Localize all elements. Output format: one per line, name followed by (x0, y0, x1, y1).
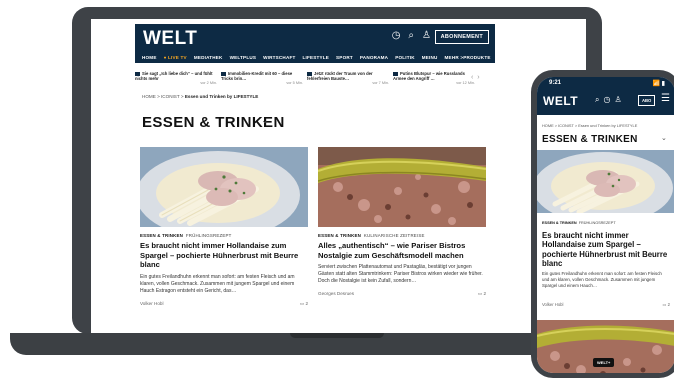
ticker-time: vor 12 Min. (456, 81, 475, 85)
ticker-text: Immobilien-Kredit mit 60 – diese Tricks … (221, 71, 293, 81)
article-meta: Volker Hobl ▭ 2 (542, 302, 670, 307)
article-topic[interactable]: FRÜHLINGSREZEPT (579, 221, 616, 225)
mobile-header: 9:21 📶 ▮ WELT ⌕ ◷ ♙ ABO ☰ (537, 77, 674, 115)
comment-count[interactable]: ▭ 2 (663, 302, 670, 307)
article-author[interactable]: Volker Hobl (542, 302, 563, 307)
article-tagline: ESSEN & TRINKEN KULINARISCHE ZEITREISE (318, 233, 486, 238)
search-icon[interactable]: ⌕ (595, 95, 599, 105)
article-headline[interactable]: Es braucht nicht immer Hollandaise zum S… (542, 231, 670, 269)
clock-icon[interactable]: ◷ (603, 95, 610, 105)
comment-number: 2 (667, 302, 670, 307)
welt-logo[interactable]: WELT (143, 28, 197, 50)
nav-item-meinung[interactable]: MEINU (422, 55, 438, 60)
weltplus-badge: WELT+ (593, 358, 615, 367)
subscribe-button[interactable]: ABONNEMENT (434, 30, 489, 44)
article-image-asparagus[interactable] (140, 147, 308, 227)
ticker-item[interactable]: Immobilien-Kredit mit 60 – diese Tricks … (221, 71, 303, 86)
ticker-text: Sie sagt „Ich liebe dich“ – und fühlt ni… (135, 71, 213, 81)
nav-item-live-tv[interactable]: ● LIVE TV (164, 55, 187, 60)
comment-count[interactable]: ▭ 2 (478, 291, 486, 297)
article-card[interactable]: ESSEN & TRINKEN FRÜHLINGSREZEPT Es brauc… (140, 147, 308, 307)
nav-item-mehr[interactable]: MEHR > (445, 55, 464, 60)
nav-item-panorama[interactable]: PANORAMA (360, 55, 388, 60)
welt-logo[interactable]: WELT (543, 94, 578, 108)
search-icon[interactable]: ⌕ (408, 30, 414, 41)
desktop-screen: WELT ◷ ⌕ ♙ ABONNEMENT HOME ● LIVE TV MED… (91, 19, 586, 333)
ticker-time: vor 5 Min. (286, 81, 303, 85)
nav-item-home[interactable]: HOME (142, 55, 157, 60)
nav-item-weltplus[interactable]: WELTPLUS (230, 55, 257, 60)
comment-number: 2 (483, 291, 486, 297)
nav-item-politik[interactable]: POLITIK (395, 55, 415, 60)
menu-icon[interactable]: ☰ (661, 93, 670, 104)
ticker-arrows: ‹ › (471, 74, 480, 81)
chevron-down-icon[interactable]: ⌄ (261, 115, 269, 126)
article-meta: Volker Hobl ▭ 2 (140, 301, 308, 307)
arrow-right-icon[interactable]: › (477, 74, 479, 81)
header-icons: ⌕ ◷ ♙ (595, 95, 622, 105)
ticker-item[interactable]: Jetzt rückt der Traum von der fehlerfrei… (307, 71, 389, 86)
article-card[interactable]: ESSEN & TRINKEN KULINARISCHE ZEITREISE A… (318, 147, 486, 297)
comment-icon: ▭ (299, 300, 305, 306)
article-teaser[interactable]: Serviert zwischen Plattenautomat und Pas… (318, 264, 486, 285)
article-category[interactable]: ESSEN & TRINKEN (542, 221, 577, 225)
comment-number: 2 (305, 300, 308, 306)
article-topic[interactable]: FRÜHLINGSREZEPT (186, 233, 232, 238)
mobile-screen: 9:21 📶 ▮ WELT ⌕ ◷ ♙ ABO ☰ HOME > ICONIST… (537, 77, 674, 373)
signal-icon: 📶 ▮ (652, 81, 665, 87)
article-headline[interactable]: Alles „authentisch“ – wie Pariser Bistro… (318, 241, 486, 260)
article-headline[interactable]: Es braucht nicht immer Hollandaise zum S… (140, 241, 308, 270)
header-icons: ◷ ⌕ ♙ (392, 30, 431, 41)
main-nav: HOME ● LIVE TV MEDIATHEK WELTPLUS WIRTSC… (135, 52, 495, 63)
article-teaser[interactable]: Ein gutes Freilandhuhn erkennt man sofor… (542, 271, 670, 290)
article-tagline: ESSEN & TRINKEN FRÜHLINGSREZEPT (140, 233, 308, 238)
article-teaser[interactable]: Ein gutes Freilandhuhn erkennt man sofor… (140, 274, 308, 295)
breadcrumb[interactable]: HOME > ICONIST > Essen und Trinken by LI… (542, 123, 637, 128)
page-title: ESSEN & TRINKEN (542, 134, 638, 145)
account-icon[interactable]: ♙ (422, 30, 431, 41)
nav-item-lifestyle[interactable]: LIFESTYLE (302, 55, 329, 60)
article-topic[interactable]: KULINARISCHE ZEITREISE (364, 233, 425, 238)
article-author[interactable]: Volker Hobl (140, 301, 164, 307)
comment-icon: ▭ (662, 302, 667, 307)
article-meta: Georges Desrues ▭ 2 (318, 291, 486, 297)
chevron-down-icon[interactable]: ⌄ (661, 134, 667, 142)
article-image-terrine[interactable] (318, 147, 486, 227)
breadcrumb-sep: > (180, 94, 184, 99)
status-time: 9:21 (549, 80, 562, 86)
news-ticker: Sie sagt „Ich liebe dich“ – und fühlt ni… (135, 71, 495, 89)
nav-item-sport[interactable]: SPORT (336, 55, 353, 60)
nav-item-produkte[interactable]: PRODUKTE (463, 55, 490, 60)
ticker-item[interactable]: Sie sagt „Ich liebe dich“ – und fühlt ni… (135, 71, 217, 86)
article-category[interactable]: ESSEN & TRINKEN (318, 233, 361, 238)
account-icon[interactable]: ♙ (614, 95, 621, 105)
laptop-notch (290, 333, 384, 338)
status-bar: 9:21 📶 ▮ (549, 80, 665, 87)
nav-item-wirtschaft[interactable]: WIRTSCHAFT (263, 55, 295, 60)
breadcrumb-iconist[interactable]: ICONIST (161, 94, 180, 99)
article-category[interactable]: ESSEN & TRINKEN (140, 233, 183, 238)
arrow-left-icon[interactable]: ‹ (471, 74, 473, 81)
ticker-time: vor 7 Min. (372, 81, 389, 85)
ticker-text: Jetzt rückt der Traum von der fehlerfrei… (307, 71, 373, 81)
clock-icon[interactable]: ◷ (392, 30, 401, 41)
ticker-item[interactable]: Putins Blutspur – wie Russlands Armee de… (393, 71, 475, 86)
ticker-text: Putins Blutspur – wie Russlands Armee de… (393, 71, 465, 81)
article-tagline: ESSEN & TRINKEN FRÜHLINGSREZEPT (542, 221, 616, 225)
breadcrumb-current: Essen und Trinken by LIFESTYLE (184, 94, 259, 99)
ticker-time: vor 2 Min. (200, 81, 217, 85)
breadcrumb: HOME > ICONIST > Essen und Trinken by LI… (142, 94, 258, 99)
article-author[interactable]: Georges Desrues (318, 291, 354, 297)
breadcrumb-home[interactable]: HOME (142, 94, 156, 99)
comment-icon: ▭ (477, 291, 483, 297)
article-image-asparagus[interactable] (537, 150, 674, 213)
comment-count[interactable]: ▭ 2 (300, 301, 308, 307)
nav-item-mediathek[interactable]: MEDIATHEK (194, 55, 223, 60)
subscribe-button[interactable]: ABO (638, 95, 656, 106)
desktop-header: WELT ◷ ⌕ ♙ ABONNEMENT (135, 24, 495, 52)
breadcrumb-sep: > (157, 94, 160, 99)
